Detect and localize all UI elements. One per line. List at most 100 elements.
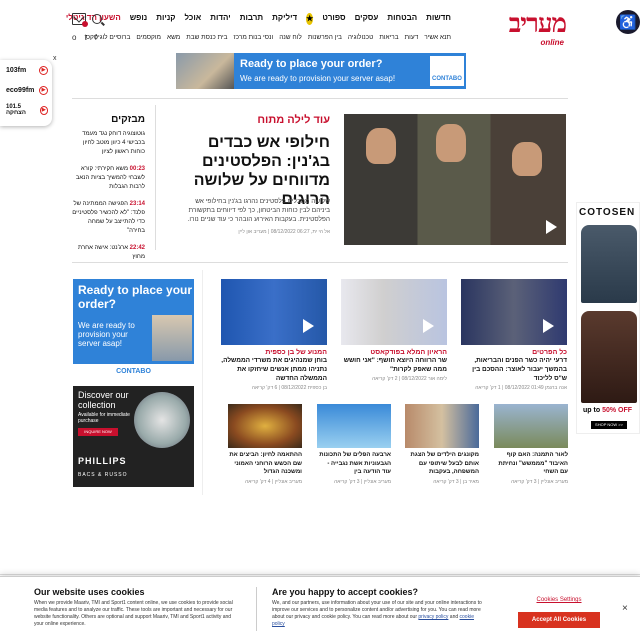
play-icon[interactable] [546, 220, 557, 234]
inquire-button[interactable]: INQUIRE NOW [78, 428, 118, 436]
cotosen-ad[interactable]: COTOSEN up to 50% OFF SHOP NOW >> [576, 202, 640, 434]
ad-offer: up to 50% OFF [583, 407, 633, 414]
subnav-item[interactable]: ונסי בנות מרכז [234, 34, 274, 46]
sub-nav: תנא אשיר דעות בריאות טכנולוגיה בין הפרשנ… [86, 34, 451, 46]
article-kicker: כל הפרטים [532, 349, 567, 356]
station-label: 103fm [6, 66, 27, 74]
close-icon[interactable]: × [622, 603, 628, 614]
play-icon[interactable] [423, 319, 434, 333]
article-meta: מעריב אונליין | 4 דק' קריאה [245, 478, 302, 485]
article-title: מקונגים הילדים של הצגת אותם לבעל שיתופי … [410, 452, 479, 475]
contabo-ad[interactable]: Ready to place your order? We are ready … [73, 279, 194, 380]
subnav-item[interactable]: דעות [405, 34, 419, 46]
article-title: דרעי יהיה כשר הפנים והבריאות, בהמשך יעבו… [472, 357, 567, 382]
divider [72, 262, 568, 263]
article-image [341, 279, 447, 345]
ad-photo [176, 53, 234, 89]
divider [155, 105, 156, 250]
privacy-policy-link[interactable]: privacy policy [418, 614, 448, 620]
nav-item[interactable]: קניות [156, 13, 175, 27]
article-card-small[interactable]: לאור התמנה: האם קוף האיבוד "מממשש" ונחית… [494, 404, 568, 485]
article-image [494, 404, 568, 448]
logo-sub: online [540, 38, 564, 47]
ad-headline: Ready to place your order? [78, 283, 193, 311]
nav-item[interactable]: תרבות [240, 13, 263, 27]
nav-item[interactable]: דיליקת [272, 13, 297, 27]
cookie-text: When we provide Maariv, TMI and Sport1 c… [34, 600, 233, 627]
ad-headline: Ready to place your order? [240, 58, 383, 70]
flash-item[interactable]: 23:14 הפגישה הממתינה של פלנד: "לא להכשיר… [72, 200, 145, 236]
article-meta: מעריב אונליין | 3 דק' קריאה [511, 478, 568, 485]
divider [72, 98, 568, 99]
divider [0, 574, 640, 575]
article-kicker: הראיון המלא בפודקאסט [370, 349, 447, 356]
article-meta: לימה אור 08/12/2022 | 2 דק' קריאה [372, 376, 447, 382]
nav-item[interactable]: עסקים [355, 13, 379, 27]
article-image [317, 404, 391, 448]
subnav-item[interactable]: בין הפרשנות [308, 34, 342, 46]
flash-item[interactable]: 00:23 משא חקירתי: קורא לשבחי להמשיך בציו… [72, 165, 145, 192]
subnav-item[interactable]: טכנולוגיה [348, 34, 373, 46]
cookie-detail: We, and our partners, use information ab… [272, 600, 482, 627]
ad-subtext: We are ready to provision your server as… [78, 321, 135, 348]
play-icon[interactable]: ▶ [39, 105, 48, 115]
radio-station[interactable]: 103fm ▶ [0, 60, 52, 80]
play-icon[interactable] [303, 319, 314, 333]
article-title: בוחן שמנהיגים את משרדי הממשלה, נתניהו ממ… [221, 357, 327, 382]
subnav-item[interactable]: בריאות [379, 34, 398, 46]
top-banner-ad[interactable]: Ready to place your order? We are ready … [176, 53, 466, 89]
divider [202, 270, 203, 495]
main-story-image[interactable] [344, 114, 566, 245]
article-image [221, 279, 327, 345]
play-icon[interactable]: ▶ [39, 65, 48, 75]
accept-cookies-button[interactable]: Accept All Cookies [518, 612, 600, 628]
search-icon[interactable] [92, 14, 102, 24]
radio-station[interactable]: 101.5 הצחקה ▶ [0, 100, 52, 120]
subnav-item[interactable]: משא [167, 34, 180, 46]
nav-item[interactable]: יהדות [210, 13, 230, 27]
article-card[interactable]: כל הפרטים דרעי יהיה כשר הפנים והבריאות, … [461, 279, 567, 391]
subnav-item[interactable]: בית כנסת שבת [186, 34, 227, 46]
flash-item[interactable]: 22:42 ארג'נט: אישה אחרת מחוץ [72, 244, 145, 262]
instagram-icon[interactable]: o [72, 33, 76, 45]
site-logo[interactable]: מעריב online [476, 9, 567, 47]
play-icon[interactable]: ▶ [39, 85, 48, 95]
cookie-banner: Our website uses cookies When we provide… [0, 576, 640, 640]
accessibility-icon[interactable]: ♿ [616, 10, 640, 34]
subnav-item[interactable]: לוח שנה [279, 34, 302, 46]
nav-item[interactable]: ספורט [322, 13, 345, 27]
play-icon[interactable] [543, 319, 554, 333]
nav-item[interactable]: נופש [130, 13, 148, 27]
main-nav: חדשות הבטחות עסקים ספורט ★ דיליקת תרבות … [66, 13, 451, 27]
ad-brand: COTOSEN [579, 207, 636, 218]
subnav-item[interactable]: מוקסמים [136, 34, 161, 46]
ad-subtext: Available for immediate purchase [78, 412, 130, 424]
ad-brand: PHILLIPS [78, 456, 127, 466]
radio-close-icon[interactable]: x [53, 55, 57, 62]
social-links: o t f [72, 33, 112, 45]
nav-item[interactable]: חדשות [426, 13, 451, 27]
flashes-list: גוטוצוגיה דוחק נגד מעמד בכבישי 4 כיוון מ… [72, 130, 145, 270]
article-image [405, 404, 479, 448]
article-title: ארבעה הפלים של התכונות הגבעוניות אשת נגב… [319, 452, 391, 475]
shop-now-button[interactable]: SHOP NOW >> [591, 421, 627, 429]
phillips-ad[interactable]: Discover our collection Available for im… [73, 386, 194, 487]
article-meta: מאיר בן | 3 דק' קריאה [433, 478, 479, 485]
station-label: 101.5 הצחקה [6, 104, 26, 116]
station-label: eco99fm [6, 86, 35, 94]
subnav-item[interactable]: תנא אשיר [424, 34, 451, 46]
article-card-small[interactable]: ההתאמה לחיון: הביצים את שם הכשש הרוחני ה… [228, 404, 302, 485]
article-card[interactable]: המנוע של בן כספית בוחן שמנהיגים את משרדי… [221, 279, 327, 391]
radio-station[interactable]: eco99fm ▶ [0, 80, 52, 100]
article-card-small[interactable]: מקונגים הילדים של הצגת אותם לבעל שיתופי … [405, 404, 479, 485]
article-card[interactable]: הראיון המלא בפודקאסט שר הרווחה היוצא חוש… [341, 279, 447, 382]
article-card-small[interactable]: ארבעה הפלים של התכונות הגבעוניות אשת נגב… [317, 404, 391, 485]
nav-item[interactable]: הבטחות [387, 13, 417, 27]
logo-text: מעריב [508, 9, 567, 39]
nav-item[interactable]: אוכל [185, 13, 202, 27]
twitter-icon[interactable]: t [84, 33, 86, 45]
article-kicker: המנוע של בן כספית [265, 349, 327, 356]
cookie-settings-button[interactable]: Cookies Settings [518, 597, 600, 603]
flash-item[interactable]: גוטוצוגיה דוחק נגד מעמד בכבישי 4 כיוון מ… [72, 130, 145, 157]
facebook-icon[interactable]: f [95, 33, 97, 45]
